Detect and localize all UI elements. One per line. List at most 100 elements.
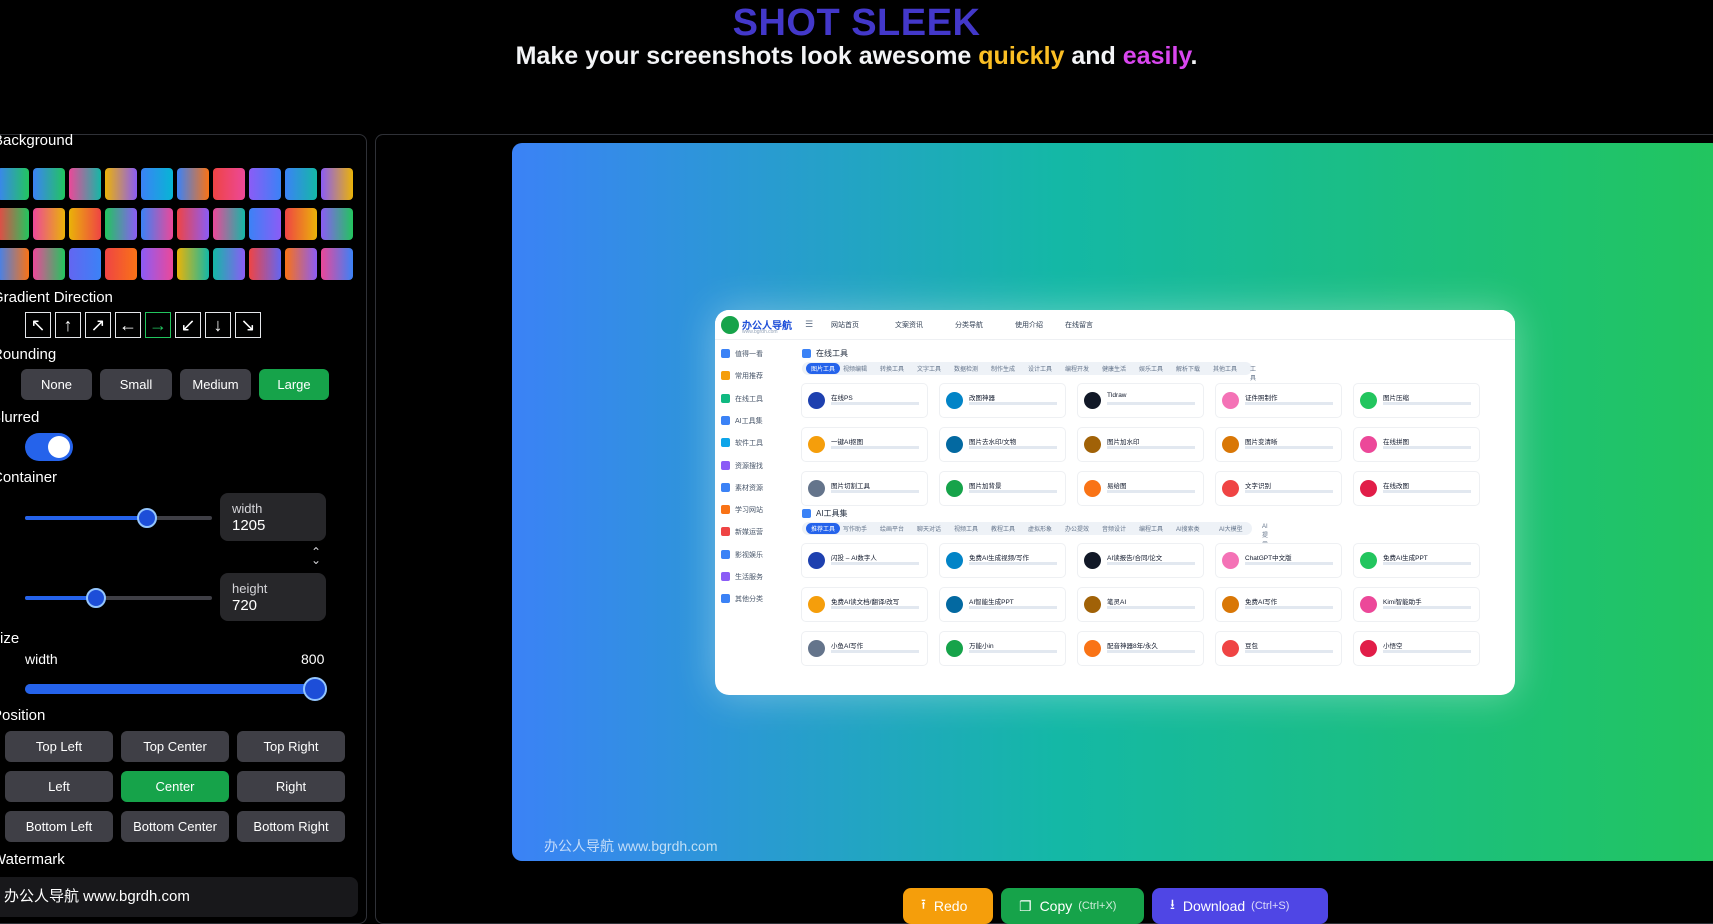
direction-7-button[interactable]: ↘: [235, 312, 261, 338]
background-swatch[interactable]: [0, 168, 29, 200]
tool-description: [1245, 562, 1333, 565]
blurred-toggle[interactable]: [25, 433, 73, 461]
site-nav-item: 在线留言: [1065, 322, 1093, 329]
background-swatch[interactable]: [33, 168, 65, 200]
position-left-button[interactable]: Left: [5, 771, 113, 802]
direction-4-button[interactable]: →: [145, 312, 171, 338]
background-swatch[interactable]: [321, 248, 353, 280]
position-bottom-center-button[interactable]: Bottom Center: [121, 811, 229, 842]
container-width-field[interactable]: width 1205: [220, 493, 326, 541]
slider-thumb[interactable]: [86, 588, 107, 608]
background-swatch[interactable]: [141, 248, 173, 280]
direction-5-button[interactable]: ↙: [175, 312, 201, 338]
background-swatch[interactable]: [249, 248, 281, 280]
tool-card: ChatGPT中文版: [1216, 544, 1341, 577]
direction-0-button[interactable]: ↖: [25, 312, 51, 338]
height-field-value[interactable]: 720: [232, 597, 257, 614]
slider-fill: [25, 684, 315, 694]
link-dimensions-icon[interactable]: ⌃ ⌄: [311, 546, 321, 566]
tool-card: 笔灵AI: [1078, 588, 1203, 621]
copy-button[interactable]: ❐ Copy (Ctrl+X): [1001, 888, 1144, 924]
background-swatch[interactable]: [69, 168, 101, 200]
slider-thumb[interactable]: [136, 508, 157, 528]
rounding-large-button[interactable]: Large: [259, 369, 329, 400]
background-swatch[interactable]: [249, 168, 281, 200]
tool-icon: [1084, 480, 1101, 497]
site-sidebar-label: 影视娱乐: [735, 551, 763, 559]
container-height-slider[interactable]: [25, 588, 212, 608]
tool-icon: [1360, 552, 1377, 569]
tool-description: [831, 402, 919, 405]
tool-icon: [808, 596, 825, 613]
background-swatch[interactable]: [69, 208, 101, 240]
copy-label: Copy: [1039, 898, 1073, 914]
tool-name: 免费AI生成视频/写作: [969, 555, 1029, 562]
position-right-button[interactable]: Right: [237, 771, 345, 802]
redo-button[interactable]: ⭱ Redo: [903, 888, 993, 924]
container-height-field[interactable]: height 720: [220, 573, 326, 621]
background-swatch[interactable]: [33, 248, 65, 280]
width-field-value[interactable]: 1205: [232, 517, 265, 534]
tool-card: 改图神器: [940, 384, 1065, 417]
width-field-label: width: [232, 501, 263, 516]
background-swatch[interactable]: [285, 208, 317, 240]
size-width-slider[interactable]: [25, 677, 327, 701]
watermark-input[interactable]: [0, 877, 358, 917]
background-swatch[interactable]: [69, 248, 101, 280]
container-width-slider[interactable]: [25, 508, 212, 528]
rounding-medium-button[interactable]: Medium: [180, 369, 251, 400]
site-tab: 办公提效: [1065, 527, 1090, 533]
position-top-center-button[interactable]: Top Center: [121, 731, 229, 762]
site-tab: 视频工具: [954, 527, 979, 533]
site-tab: 编程开发: [1065, 367, 1090, 373]
tool-icon: [1360, 596, 1377, 613]
site-nav-item: 分类导航: [955, 322, 983, 329]
position-top-right-button[interactable]: Top Right: [237, 731, 345, 762]
tool-card: 图片加水印: [1078, 428, 1203, 461]
background-swatch[interactable]: [105, 248, 137, 280]
tagline-and: and: [1064, 42, 1123, 70]
tool-card: 闪投 – AI数字人: [802, 544, 927, 577]
rounding-none-button[interactable]: None: [21, 369, 92, 400]
background-swatch[interactable]: [249, 208, 281, 240]
tool-description: [969, 490, 1057, 493]
background-swatch[interactable]: [33, 208, 65, 240]
background-swatch[interactable]: [177, 248, 209, 280]
site-sidebar-label: 值得一看: [735, 351, 763, 358]
category-icon: [721, 438, 730, 448]
direction-3-button[interactable]: ←: [115, 312, 141, 338]
background-swatch[interactable]: [285, 168, 317, 200]
tool-card: 文字识别: [1216, 472, 1341, 505]
background-swatch[interactable]: [105, 208, 137, 240]
background-swatch[interactable]: [213, 248, 245, 280]
direction-1-button[interactable]: ↑: [55, 312, 81, 338]
site-sidebar-label: 在线工具: [735, 395, 763, 403]
background-swatch[interactable]: [177, 168, 209, 200]
download-button[interactable]: ⭳ Download (Ctrl+S): [1152, 888, 1328, 924]
position-center-button[interactable]: Center: [121, 771, 229, 802]
direction-6-button[interactable]: ↓: [205, 312, 231, 338]
background-swatch[interactable]: [213, 168, 245, 200]
background-swatch[interactable]: [321, 208, 353, 240]
background-swatch[interactable]: [285, 248, 317, 280]
gradient-direction-label: Gradient Direction: [0, 289, 113, 306]
section-title-text: 在线工具: [816, 349, 848, 358]
redo-icon: ⭱: [921, 896, 926, 912]
background-swatch[interactable]: [0, 248, 29, 280]
background-swatch[interactable]: [141, 168, 173, 200]
background-swatch[interactable]: [105, 168, 137, 200]
background-swatch[interactable]: [213, 208, 245, 240]
background-swatch[interactable]: [321, 168, 353, 200]
direction-2-button[interactable]: ↗: [85, 312, 111, 338]
tool-name: 闪投 – AI数字人: [831, 555, 877, 562]
background-swatch[interactable]: [0, 208, 29, 240]
position-top-left-button[interactable]: Top Left: [5, 731, 113, 762]
rounding-small-button[interactable]: Small: [100, 369, 172, 400]
site-tab: 聊天对话: [917, 527, 942, 533]
slider-thumb[interactable]: [303, 677, 327, 701]
background-swatch[interactable]: [141, 208, 173, 240]
tool-icon: [1222, 552, 1239, 569]
background-swatch[interactable]: [177, 208, 209, 240]
position-bottom-right-button[interactable]: Bottom Right: [237, 811, 345, 842]
position-bottom-left-button[interactable]: Bottom Left: [5, 811, 113, 842]
